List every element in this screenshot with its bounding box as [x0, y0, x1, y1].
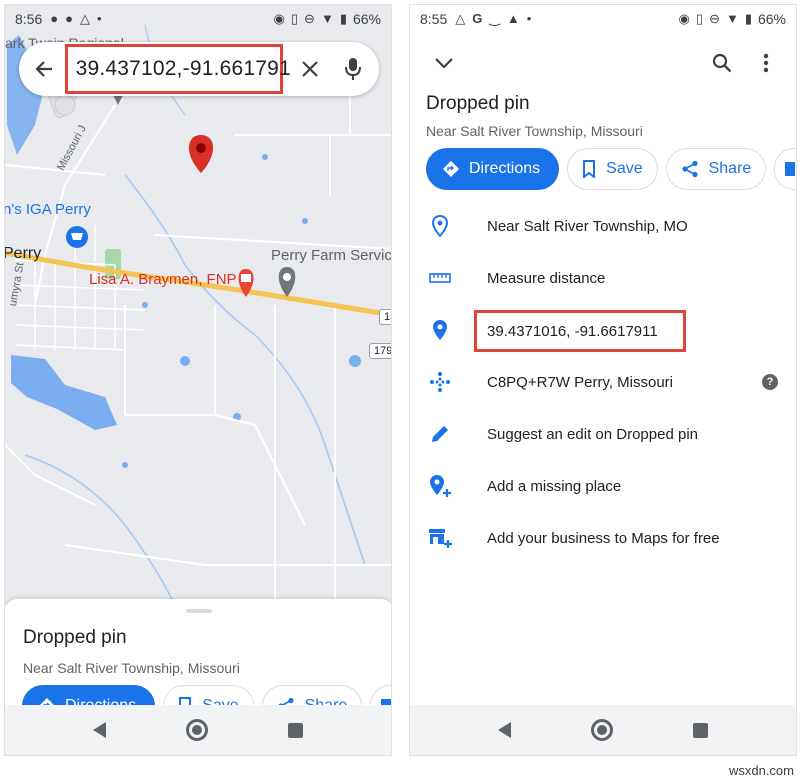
status-bar: 8:55 △ G ‿ ▲ • ◉ ▯ ⊖ ▼ ▮ 66%	[410, 5, 796, 33]
directions-label: Directions	[469, 160, 541, 177]
detail-text-suggest-edit: Suggest an edit on Dropped pin	[487, 425, 698, 443]
status-bar: 8:56 ● ● △ • ◉ ▯ ⊖ ▼ ▮ 66%	[5, 5, 391, 33]
location-pin-outline-icon	[428, 214, 452, 238]
vibrate-icon: ▯	[695, 11, 704, 26]
watermark: wsxdn.com	[728, 763, 794, 778]
wifi-icon: ▼	[320, 11, 334, 26]
directions-button[interactable]: Directions	[426, 148, 560, 190]
route-shield-179: 179	[369, 343, 391, 359]
detail-text-plus-code: C8PQ+R7W Perry, Missouri	[487, 373, 674, 391]
google-icon: G	[472, 11, 483, 26]
location-icon: ◉	[273, 11, 285, 26]
nav-back-icon[interactable]	[498, 722, 511, 738]
place-subtitle: Near Salt River Township, Missouri	[426, 123, 643, 139]
drive-icon: △	[79, 11, 90, 26]
directions-icon	[443, 161, 459, 177]
more-options-icon[interactable]	[756, 49, 776, 77]
flag-icon	[785, 162, 796, 176]
detail-text-address: Near Salt River Township, MO	[487, 217, 688, 235]
battery-percent: 66%	[352, 11, 381, 27]
android-nav-bar	[5, 705, 391, 755]
status-time: 8:56	[15, 11, 43, 27]
collapse-chevron-icon[interactable]	[430, 49, 458, 77]
right-phone-screen: 8:55 △ G ‿ ▲ • ◉ ▯ ⊖ ▼ ▮ 66% Dropped pin…	[409, 4, 797, 756]
battery-percent: 66%	[757, 11, 786, 27]
map-label-iga-perry[interactable]: n's IGA Perry	[5, 201, 91, 218]
map-label-braymen-fnp[interactable]: Lisa A. Braymen, FNP	[89, 271, 237, 288]
vibrate-icon: ▯	[290, 11, 299, 26]
battery-icon: ▮	[744, 11, 752, 26]
left-phone-screen: ark Twain Regional Missouri J n's IGA Pe…	[4, 4, 392, 756]
detail-row-address[interactable]: Near Salt River Township, MO	[410, 200, 796, 252]
location-pin-filled-icon	[428, 318, 452, 342]
search-icon[interactable]	[708, 49, 736, 77]
plus-code-icon	[428, 370, 452, 394]
search-input[interactable]: 39.437102,-91.661791	[64, 44, 291, 94]
coordinates-text[interactable]: 39.4371016, -91.6617911	[474, 310, 686, 352]
storefront-add-icon	[428, 526, 452, 550]
android-nav-bar	[410, 705, 796, 755]
detail-row-suggest-edit[interactable]: Suggest an edit on Dropped pin	[410, 408, 796, 460]
share-icon	[682, 160, 698, 178]
place-subtitle: Near Salt River Township, Missouri	[23, 660, 240, 676]
action-chips: Directions Save Share	[426, 148, 796, 190]
detail-text-add-business: Add your business to Maps for free	[487, 529, 720, 547]
amazon-icon: ‿	[489, 11, 500, 26]
add-place-icon	[428, 474, 452, 498]
save-label: Save	[606, 160, 643, 177]
warning-icon: ▲	[506, 11, 520, 26]
pencil-icon	[428, 422, 452, 446]
wifi-icon: ▼	[725, 11, 739, 26]
clear-icon[interactable]	[295, 52, 326, 86]
share-label: Share	[708, 160, 752, 177]
microphone-icon[interactable]	[340, 52, 367, 86]
back-arrow-icon[interactable]	[31, 55, 57, 83]
nav-recents-icon[interactable]	[693, 722, 708, 738]
detail-row-coordinates[interactable]: 39.4371016, -91.6617911	[410, 304, 796, 356]
detail-row-measure[interactable]: Measure distance	[410, 252, 796, 304]
nav-home-icon[interactable]	[591, 719, 613, 741]
dot-icon: •	[96, 11, 102, 26]
place-top-bar	[410, 41, 796, 85]
detail-row-add-business[interactable]: Add your business to Maps for free	[410, 512, 796, 564]
ruler-icon	[428, 266, 452, 290]
dot-icon: •	[526, 11, 532, 26]
help-icon[interactable]: ?	[762, 374, 778, 390]
nav-back-icon[interactable]	[93, 722, 106, 738]
more-chip-button[interactable]	[774, 148, 796, 190]
nav-recents-icon[interactable]	[288, 722, 303, 738]
location-icon: ◉	[678, 11, 690, 26]
place-details-list: Near Salt River Township, MO Measure dis…	[410, 200, 796, 564]
nav-home-icon[interactable]	[186, 719, 208, 741]
facebook-icon: ●	[50, 11, 59, 26]
dnd-icon: ⊖	[304, 11, 315, 26]
share-button[interactable]: Share	[665, 148, 767, 190]
battery-icon: ▮	[339, 11, 347, 26]
bookmark-icon	[583, 160, 596, 178]
search-bar: 39.437102,-91.661791	[19, 42, 379, 96]
facebook-icon-2: ●	[65, 11, 73, 26]
detail-text-add-place: Add a missing place	[487, 477, 622, 495]
map-label-perry[interactable]: Perry	[5, 245, 41, 263]
sheet-drag-handle[interactable]	[186, 609, 212, 613]
save-button[interactable]: Save	[567, 148, 658, 190]
status-time: 8:55	[420, 11, 448, 27]
place-title: Dropped pin	[23, 627, 127, 648]
map-label-perry-farm-service[interactable]: Perry Farm Service	[271, 247, 391, 264]
route-shield-15: 15	[379, 309, 391, 325]
drive-icon: △	[455, 11, 466, 26]
detail-text-measure: Measure distance	[487, 269, 606, 287]
detail-row-add-place[interactable]: Add a missing place	[410, 460, 796, 512]
place-title: Dropped pin	[426, 93, 530, 114]
dnd-icon: ⊖	[709, 11, 720, 26]
detail-row-plus-code[interactable]: C8PQ+R7W Perry, Missouri ?	[410, 356, 796, 408]
